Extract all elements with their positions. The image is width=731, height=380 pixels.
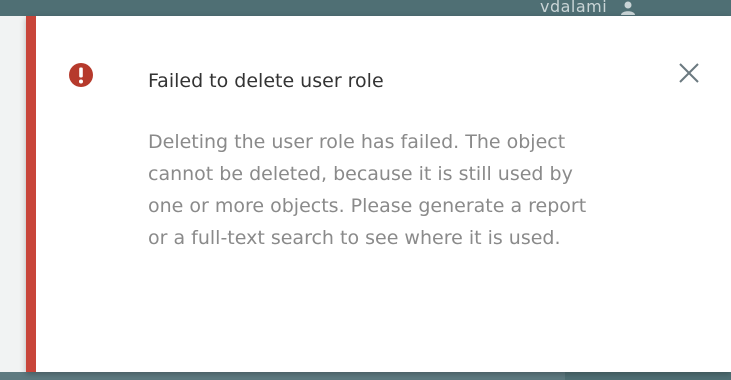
app-top-bar: vdalami bbox=[0, 0, 731, 16]
notification-message: Deleting the user role has failed. The o… bbox=[148, 131, 587, 249]
user-icon[interactable] bbox=[620, 0, 636, 15]
username-label: vdalami bbox=[540, 0, 608, 16]
error-notification: Failed to delete user role Deleting the … bbox=[26, 16, 731, 372]
app-left-strip bbox=[0, 16, 26, 380]
error-accent-bar bbox=[26, 16, 36, 372]
close-icon[interactable] bbox=[676, 60, 702, 86]
notification-title: Failed to delete user role bbox=[148, 70, 384, 92]
error-circle-icon bbox=[68, 62, 94, 88]
